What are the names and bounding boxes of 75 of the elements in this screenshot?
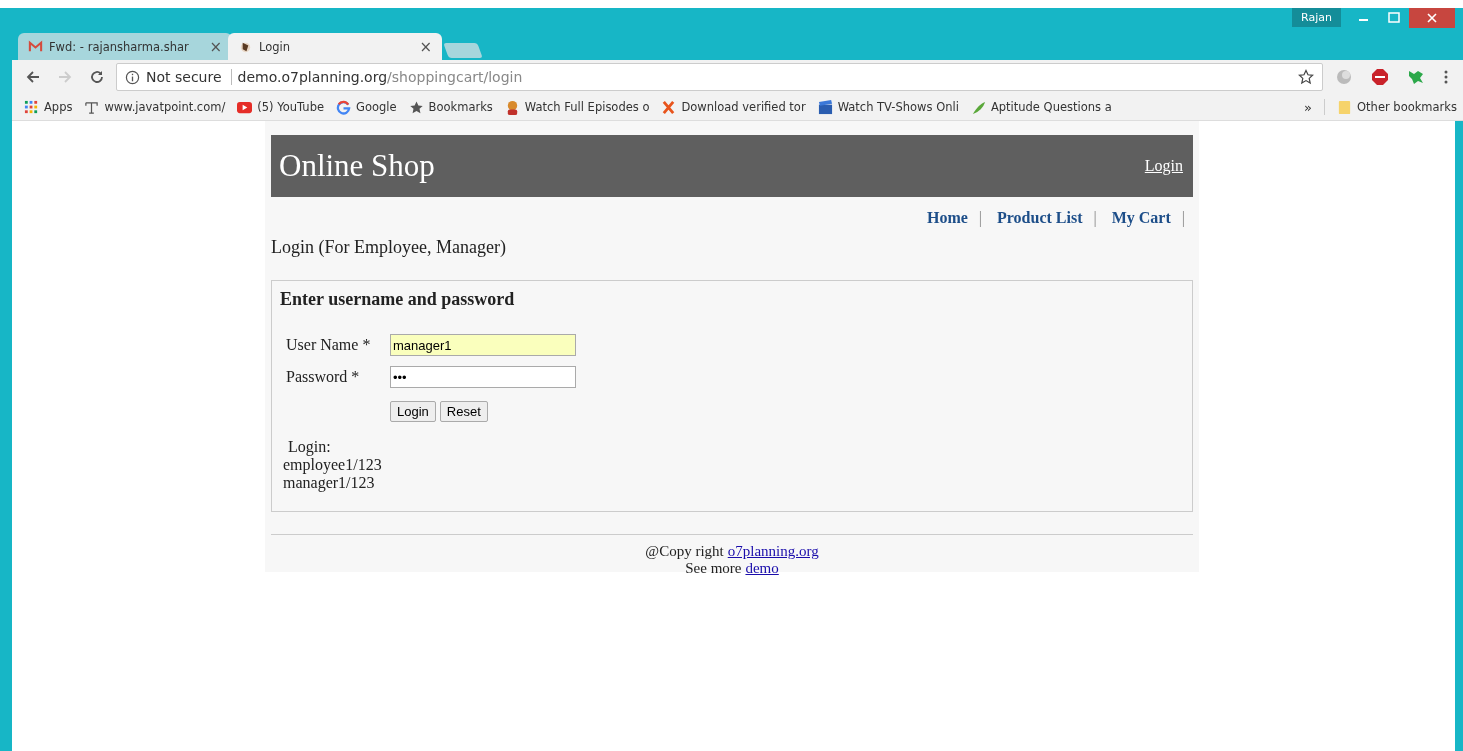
form-heading: Enter username and password: [280, 289, 516, 310]
x-icon: [661, 99, 677, 115]
other-bookmarks-item[interactable]: Other bookmarks: [1337, 99, 1457, 115]
play-icon: [237, 99, 253, 115]
field-label: Password *: [286, 368, 361, 386]
footer-link[interactable]: demo: [745, 560, 779, 577]
url-text: demo.o7planning.org/shoppingcart/login: [237, 69, 524, 85]
more-bookmarks-button[interactable]: »: [1304, 99, 1313, 115]
security-label: Not secure: [146, 69, 232, 85]
info-icon: [125, 69, 140, 85]
bookmark-item[interactable]: Aptitude Questions a: [970, 99, 1112, 115]
form-button[interactable]: Login: [390, 401, 436, 422]
nav-link[interactable]: Product List: [997, 209, 1083, 227]
bookmark-label: Aptitude Questions a: [990, 100, 1112, 114]
bookmark-label: Google: [356, 100, 397, 114]
bookmark-label: Download verified tor: [681, 100, 806, 114]
bookmark-star-icon[interactable]: [1298, 69, 1314, 85]
footer-text: See more: [685, 560, 742, 577]
star-icon: [408, 99, 424, 115]
bookmark-item[interactable]: (5) YouTube: [237, 99, 325, 115]
bookmark-item[interactable]: www.javatpoint.com/: [84, 99, 226, 115]
close-tab-icon[interactable]: ×: [209, 37, 222, 56]
address-bar[interactable]: Not secure demo.o7planning.org/shoppingcart/login: [116, 63, 1323, 91]
bookmark-item[interactable]: Bookmarks: [408, 99, 493, 115]
nav-link[interactable]: Home: [926, 209, 968, 227]
hint-text: Login:: [287, 438, 332, 456]
extension-icon[interactable]: [1407, 68, 1425, 86]
apps-grid-icon: [24, 99, 39, 115]
hint-text: manager1/123: [282, 474, 376, 492]
g-icon: [336, 99, 352, 115]
bookmark-item[interactable]: Download verified tor: [661, 99, 806, 115]
profile-button[interactable]: Rajan: [1292, 8, 1341, 27]
field-label: User Name *: [286, 336, 372, 354]
form-button[interactable]: Reset: [439, 401, 488, 422]
site-title: Online Shop: [279, 148, 435, 184]
bookmark-label: www.javatpoint.com/: [104, 100, 226, 114]
input-field[interactable]: •••: [390, 366, 576, 388]
footer-link[interactable]: o7planning.org: [727, 543, 819, 560]
nav-separator: |: [978, 209, 982, 227]
bookmark-item[interactable]: Google: [336, 99, 397, 115]
bookmark-item[interactable]: Watch Full Episodes o: [504, 99, 650, 115]
bookmark-label: Apps: [44, 100, 73, 114]
close-tab-icon[interactable]: ×: [419, 37, 432, 56]
adblock-icon[interactable]: [1371, 68, 1389, 86]
tab-title: Login: [259, 39, 292, 54]
bookmark-label: Watch Full Episodes o: [524, 100, 650, 114]
forward-icon[interactable]: [57, 69, 73, 85]
new-tab-button[interactable]: [443, 43, 483, 58]
login-link[interactable]: Login: [1144, 157, 1183, 175]
folder-icon: [1337, 99, 1353, 115]
browser-tab[interactable]: Login ×: [228, 33, 442, 60]
tab-title: Fwd: - rajansharma.shar: [49, 39, 190, 54]
bookmark-label: Bookmarks: [428, 100, 493, 114]
bookmark-label: Watch TV-Shows Onli: [837, 100, 959, 114]
bookmark-label: (5) YouTube: [257, 100, 325, 114]
hint-text: employee1/123: [282, 456, 383, 474]
serif-t-icon: [84, 99, 100, 115]
back-icon[interactable]: [25, 69, 41, 85]
page-title: Login (For Employee, Manager): [271, 237, 507, 258]
close-window-icon[interactable]: [1409, 8, 1455, 28]
clapper-icon: [817, 99, 833, 115]
mail-icon: [28, 39, 43, 54]
bookmark-item[interactable]: Apps: [24, 99, 73, 115]
leaf-icon: [970, 99, 986, 115]
extension-icon[interactable]: [1335, 68, 1353, 86]
input-field[interactable]: manager1: [390, 334, 576, 356]
nav-separator: |: [1181, 209, 1185, 227]
footer-text: @Copy right: [645, 543, 724, 560]
browser-tab[interactable]: Fwd: - rajansharma.shar ×: [18, 33, 232, 60]
nav-link[interactable]: My Cart: [1111, 209, 1171, 227]
menu-icon[interactable]: [1443, 68, 1449, 86]
nav-separator: |: [1093, 209, 1097, 227]
reload-icon[interactable]: [89, 69, 105, 85]
bookmark-item[interactable]: Watch TV-Shows Onli: [817, 99, 959, 115]
bookmark-label: Other bookmarks: [1357, 100, 1457, 114]
